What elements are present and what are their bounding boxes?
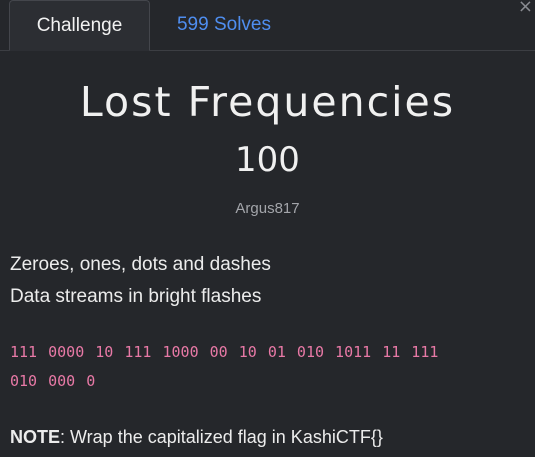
description-line: Data streams in bright flashes <box>10 286 262 307</box>
tab-challenge-label: Challenge <box>36 14 123 36</box>
note-label: NOTE <box>10 427 61 447</box>
description-line: Zeroes, ones, dots and dashes <box>10 254 271 275</box>
challenge-title: Lost Frequencies <box>79 78 456 126</box>
tab-solves[interactable]: 599 Solves <box>160 0 288 50</box>
challenge-modal: × Challenge 599 Solves Lost Frequencies … <box>0 0 535 457</box>
challenge-author: Argus817 <box>235 200 300 217</box>
encoded-message: 111 0000 10 111 1000 00 10 01 010 1011 1… <box>10 338 530 396</box>
challenge-note: NOTE: Wrap the capitalized flag in Kashi… <box>10 427 383 448</box>
challenge-description: Zeroes, ones, dots and dashes Data strea… <box>10 249 271 313</box>
code-line: 010 000 0 <box>10 372 96 390</box>
code-line: 111 0000 10 111 1000 00 10 01 010 1011 1… <box>10 343 439 361</box>
tab-bar: Challenge 599 Solves <box>0 0 535 51</box>
note-text: : Wrap the capitalized flag in KashiCTF{… <box>60 427 383 447</box>
tab-challenge[interactable]: Challenge <box>9 0 150 51</box>
challenge-points: 100 <box>235 140 300 180</box>
tab-solves-label: 599 Solves <box>176 14 271 35</box>
